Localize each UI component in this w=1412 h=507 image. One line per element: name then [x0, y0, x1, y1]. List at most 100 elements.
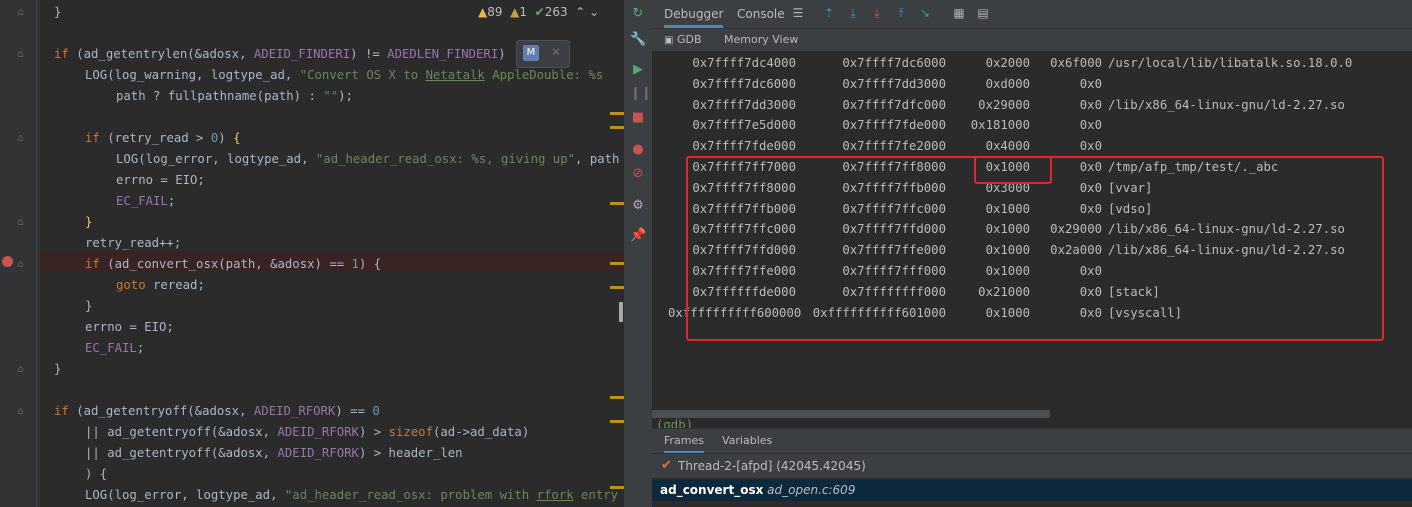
menu-icon[interactable]: ☰ — [791, 6, 805, 20]
code-token: ADEDLEN_FINDERI — [387, 47, 499, 61]
stripe-mark[interactable] — [619, 302, 623, 322]
fold-icon[interactable]: ⌂ — [16, 407, 25, 417]
rerun-icon[interactable]: ↻ — [630, 6, 646, 22]
tab-console[interactable]: Console — [737, 0, 785, 28]
code-token: retry_read++; — [85, 236, 182, 250]
objfile: /lib/x86_64-linux-gnu/ld-2.27.so — [1108, 97, 1345, 112]
tab-memory-view[interactable]: Memory View — [724, 29, 798, 51]
code-line[interactable]: retry_read++; — [85, 233, 181, 254]
memory-map-row: 0x7ffff7dc6000 0x7ffff7dd3000 0xd000 0x0 — [652, 74, 1412, 95]
step-into-icon[interactable]: ⤓ — [870, 6, 884, 20]
gear-icon[interactable]: ⚙ — [630, 198, 646, 214]
start-address: 0x7ffff7dc6000 — [692, 76, 796, 91]
region-size: 0x2000 — [985, 56, 1030, 70]
frame-function: ad_convert_osx ad_open.c:609 — [660, 480, 855, 501]
resume-icon[interactable]: ▶ — [630, 62, 646, 78]
debug-side-toolbar: ↻ 🔧 ▶ ❙❙ ■ ● ⊘ ⚙ 📌 — [624, 0, 653, 507]
code-token: ) != — [350, 47, 388, 61]
region-size: 0xd000 — [985, 76, 1030, 91]
fold-icon[interactable]: ⌂ — [16, 8, 25, 18]
code-line[interactable]: } — [54, 359, 61, 380]
code-line[interactable]: if (ad_getentrylen(&adosx, ADEID_FINDERI… — [54, 44, 506, 65]
editor-error-stripe[interactable] — [610, 0, 624, 507]
horizontal-scrollbar[interactable] — [652, 410, 1050, 418]
code-line[interactable]: path ? fullpathname(path) : ""); — [116, 86, 353, 107]
code-editor[interactable]: ▲89 ▲1 ✔263 ⌃ ⌄ M ✕ } if (ad_getentrylen(… — [0, 0, 624, 507]
region-offset: 0x0 — [1079, 118, 1102, 133]
weak-warning-icon: ▲ — [510, 5, 520, 19]
editor-gutter[interactable] — [0, 0, 40, 507]
code-line[interactable]: errno = EIO; — [85, 317, 174, 338]
code-line[interactable]: goto reread; — [116, 275, 205, 296]
thread-selector[interactable]: ✔ Thread-2-[afpd] (42045.42045) — [652, 454, 1412, 478]
chevron-up-icon[interactable]: ⌃ — [575, 5, 585, 19]
start-address: 0x7ffff7dd3000 — [692, 97, 796, 112]
tab-debugger[interactable]: Debugger — [664, 0, 724, 28]
code-line[interactable]: EC_FAIL; — [116, 191, 175, 212]
stop-icon[interactable]: ■ — [630, 110, 646, 126]
tab-gdb[interactable]: ▣ GDB — [664, 29, 702, 51]
fold-icon[interactable]: ⌂ — [16, 134, 25, 144]
code-line[interactable]: } — [85, 212, 92, 233]
code-token: ADEID_RFORK — [277, 425, 359, 439]
code-line[interactable]: errno = EIO; — [116, 170, 205, 191]
stripe-mark[interactable] — [610, 126, 624, 129]
step-over-icon[interactable]: ⤓ — [846, 6, 860, 20]
inspection-widget[interactable]: ▲89 ▲1 ✔263 ⌃ ⌄ — [478, 5, 599, 19]
code-line[interactable]: if (ad_convert_osx(path, &adosx) == 1) { — [85, 254, 381, 275]
view-breakpoints-icon[interactable]: ● — [630, 142, 646, 158]
code-token: } — [54, 362, 62, 376]
frame-row-selected[interactable]: ad_convert_osx ad_open.c:609 — [652, 480, 1412, 501]
region-size: 0x4000 — [985, 139, 1030, 154]
code-line[interactable]: } — [85, 296, 92, 317]
show-execution-point-icon[interactable]: ⇡ — [822, 6, 836, 20]
fold-icon[interactable]: ⌂ — [16, 365, 25, 375]
code-token: ADEID_RFORK — [253, 404, 336, 418]
code-token: } — [54, 5, 62, 19]
fold-icon[interactable]: ⌂ — [16, 260, 25, 270]
layout-icon[interactable]: ▤ — [976, 6, 990, 20]
run-to-cursor-icon[interactable]: ↘ — [918, 6, 932, 20]
code-line[interactable]: ) { — [85, 464, 107, 485]
chevron-down-icon[interactable]: ⌄ — [589, 5, 599, 19]
wrench-icon[interactable]: 🔧 — [630, 32, 646, 48]
stripe-mark[interactable] — [610, 396, 624, 399]
close-icon[interactable]: ✕ — [551, 45, 561, 59]
fold-icon[interactable]: ⌂ — [16, 50, 25, 60]
code-line[interactable]: || ad_getentryoff(&adosx, ADEID_RFORK) >… — [85, 422, 529, 443]
quick-popup[interactable]: M ✕ — [516, 40, 570, 68]
code-line[interactable]: if (ad_getentryoff(&adosx, ADEID_RFORK) … — [54, 401, 380, 422]
pause-icon[interactable]: ❙❙ — [630, 86, 652, 102]
mute-breakpoints-icon[interactable]: ⊘ — [630, 166, 646, 182]
code-token: Netatalk — [425, 68, 485, 82]
thread-label: Thread-2-[afpd] (42045.42045) — [678, 459, 866, 473]
code-line[interactable]: || ad_getentryoff(&adosx, ADEID_RFORK) >… — [85, 443, 463, 464]
code-line[interactable]: LOG(log_error, logtype_ad, "ad_header_re… — [85, 485, 618, 506]
tab-variables[interactable]: Variables — [722, 429, 772, 453]
stripe-mark[interactable] — [610, 420, 624, 423]
debugger-panel: Debugger Console ☰ ⇡ ⤓ ⤓ ⤒ ↘ ▦ ▤ ▣ GDB M… — [652, 0, 1412, 507]
frame-row[interactable] — [652, 501, 1412, 507]
evaluate-icon[interactable]: ▦ — [952, 6, 966, 20]
stripe-mark[interactable] — [610, 286, 624, 289]
code-token: LOG(log_error, logtype_ad, — [116, 152, 316, 166]
breakpoint-icon[interactable] — [2, 256, 13, 267]
start-address: 0x7ffff7fde000 — [692, 139, 796, 154]
stripe-mark[interactable] — [610, 262, 624, 265]
fold-icon[interactable]: ⌂ — [16, 218, 25, 228]
code-token: ); — [338, 89, 353, 103]
code-line[interactable]: LOG(log_warning, logtype_ad, "Convert OS… — [85, 65, 603, 86]
stripe-mark[interactable] — [610, 112, 624, 115]
code-token: ; — [167, 194, 176, 208]
code-line[interactable]: if (retry_read > 0) { — [85, 128, 241, 149]
pin-icon[interactable]: 📌 — [630, 228, 646, 244]
code-token: ) == — [335, 404, 373, 418]
stripe-mark[interactable] — [610, 486, 624, 489]
stripe-mark[interactable] — [610, 202, 624, 205]
code-line[interactable]: LOG(log_error, logtype_ad, "ad_header_re… — [116, 149, 619, 170]
tab-frames[interactable]: Frames — [664, 429, 705, 453]
step-out-icon[interactable]: ⤒ — [894, 6, 908, 20]
code-line[interactable]: } — [54, 2, 61, 23]
terminal-icon: ▣ — [664, 35, 674, 46]
code-line[interactable]: EC_FAIL; — [85, 338, 144, 359]
